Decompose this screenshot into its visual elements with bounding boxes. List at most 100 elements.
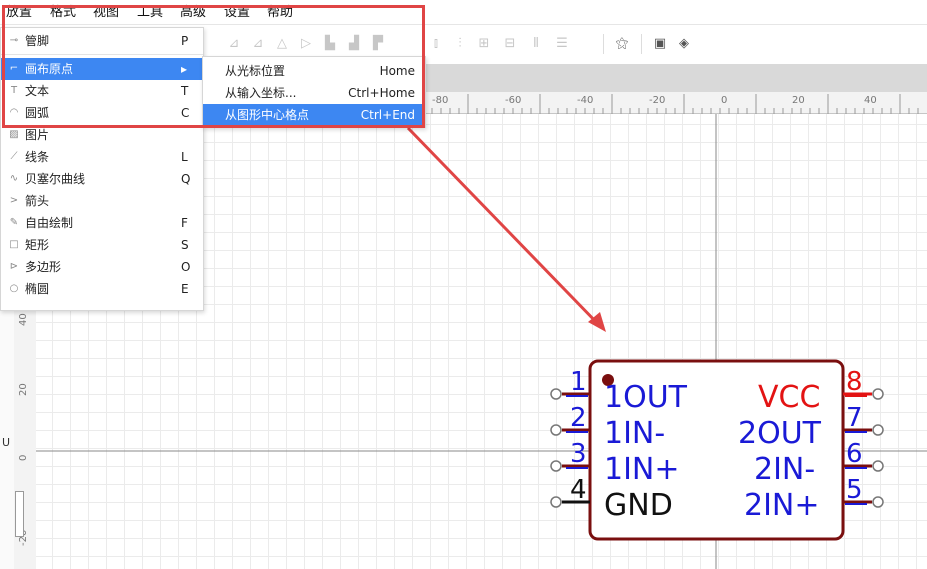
pin-number-underline [845,395,867,397]
menu-item-label: 管脚 [25,34,50,48]
magic-wand-icon[interactable]: ⚝ [613,35,631,53]
pin-number: 7 [846,403,863,433]
pin-name: 2IN- [754,452,816,487]
place-menu-dropdown: ⊸ 管脚 P ⌐ 画布原点 ▸ T 文本 T ◠ 圆弧 C ▨ 图片 ⟋ 线条 … [0,27,204,311]
distribute-v-icon[interactable]: ☰ [553,35,571,53]
left-panel-label: U [2,436,11,449]
ruler-label: 20 [792,95,805,106]
menu-item-shortcut: C [181,106,190,120]
pencil-icon: ✎ [9,217,19,228]
submenu-item-label: 从光标位置 [225,64,286,78]
layers-icon[interactable]: ◈ [675,35,693,53]
pin-name: VCC [758,380,821,415]
menu-item-label: 椭圆 [25,282,50,296]
menu-item-label: 线条 [25,150,50,164]
menu-item-canvas-origin[interactable]: ⌐ 画布原点 ▸ [1,58,203,80]
pin-name: 2OUT [738,416,821,451]
menu-item-shortcut: P [181,34,189,48]
menu-item-label: 多边形 [25,260,62,274]
ruler-label: -60 [505,95,522,106]
ruler-label: 0 [721,95,728,106]
align-left-icon[interactable]: ⊿ [225,35,243,53]
polygon-icon: ⊳ [9,261,19,272]
menu-item-label: 文本 [25,84,50,98]
submenu-item-label: 从图形中心格点 [225,108,310,122]
ruler-label: 40 [18,313,29,326]
menu-divider [1,54,203,55]
menu-item-pin[interactable]: ⊸ 管脚 P [1,30,203,52]
menu-item-shortcut: T [181,84,189,98]
image-frame-icon[interactable]: ▣ [651,35,669,53]
toolbar-separator [603,34,604,54]
mirror-icon[interactable]: ▷ [297,35,315,53]
ruler-label: 20 [18,383,29,396]
menu-item-label: 箭头 [25,194,50,208]
pin-name: GND [604,488,673,523]
pin-number-underline [566,395,588,397]
vertical-scroll-thumb[interactable] [15,491,24,537]
submenu-item-from-cursor[interactable]: 从光标位置 Home [203,60,425,82]
submenu-item-from-coordinates[interactable]: 从输入坐标... Ctrl+Home [203,82,425,104]
pin-number: 1 [570,367,587,397]
menu-item-image[interactable]: ▨ 图片 [1,124,203,146]
pin-number: 6 [846,439,863,469]
menu-advanced[interactable]: 高级 [180,5,206,21]
align-center-icon[interactable]: ⊿ [249,35,267,53]
ruler-label: 40 [864,95,877,106]
menu-item-text[interactable]: T 文本 T [1,80,203,102]
text-icon: T [10,85,18,96]
group-icon[interactable]: ⊞ [475,35,493,53]
image-icon: ▨ [9,129,19,140]
align-top-icon[interactable]: ▟ [345,35,363,53]
menu-item-label: 贝塞尔曲线 [25,172,86,186]
menu-item-freehand[interactable]: ✎ 自由绘制 F [1,212,203,234]
rectangle-icon: □ [9,239,19,250]
menu-item-bezier[interactable]: ∿ 贝塞尔曲线 Q [1,168,203,190]
pin-number-underline [845,431,867,433]
canvas-origin-submenu: 从光标位置 Home 从输入坐标... Ctrl+Home 从图形中心格点 Ct… [202,56,426,128]
menu-bar: 放置 格式 视图 工具 高级 设置 帮助 [0,0,927,25]
distribute-h-icon[interactable]: ⫴ [527,35,545,53]
menu-tools[interactable]: 工具 [137,5,163,21]
menu-item-label: 圆弧 [25,106,50,120]
arrow-icon: > [9,195,19,206]
pin-name: 1IN- [604,416,666,451]
menu-item-rectangle[interactable]: □ 矩形 S [1,234,203,256]
origin-icon: ⌐ [9,63,19,74]
menu-help[interactable]: 帮助 [267,5,293,21]
menu-item-shortcut: L [181,150,188,164]
menu-item-label: 画布原点 [25,62,74,76]
ellipse-icon: ○ [9,283,19,294]
submenu-item-shortcut: Home [379,64,415,78]
align-hcenter-icon[interactable]: ⫶ [451,35,469,53]
menu-item-arrow[interactable]: > 箭头 [1,190,203,212]
ruler-label: -40 [577,95,594,106]
submenu-item-label: 从输入坐标... [225,86,297,100]
submenu-item-shortcut: Ctrl+End [360,108,415,122]
menu-item-label: 矩形 [25,238,50,252]
align-bottom-icon[interactable]: ▙ [321,35,339,53]
menu-place[interactable]: 放置 [6,5,32,21]
pin-number-underline [566,467,588,469]
menu-item-line[interactable]: ⟋ 线条 L [1,146,203,168]
grid-icon[interactable]: ⊟ [501,35,519,53]
menu-item-ellipse[interactable]: ○ 椭圆 E [1,278,203,300]
menu-settings[interactable]: 设置 [224,5,250,21]
menu-item-shortcut: Q [181,172,191,186]
menu-format[interactable]: 格式 [50,5,76,21]
menu-item-arc[interactable]: ◠ 圆弧 C [1,102,203,124]
align-vcenter-icon[interactable]: ⫾ [427,35,445,53]
ruler-label: 0 [18,454,29,461]
menu-view[interactable]: 视图 [93,5,119,21]
line-icon: ⟋ [10,151,18,162]
menu-item-polygon[interactable]: ⊳ 多边形 O [1,256,203,278]
menu-item-shortcut: O [181,260,191,274]
pin-number-underline [845,467,867,469]
menu-item-label: 图片 [25,128,50,142]
menu-item-shortcut: E [181,282,189,296]
flip-icon[interactable]: △ [273,35,291,53]
pin-name: 1OUT [604,380,687,415]
distribute-icon[interactable]: ▛ [369,35,387,53]
submenu-item-from-center-grid[interactable]: 从图形中心格点 Ctrl+End [203,104,425,126]
arc-icon: ◠ [9,107,19,118]
